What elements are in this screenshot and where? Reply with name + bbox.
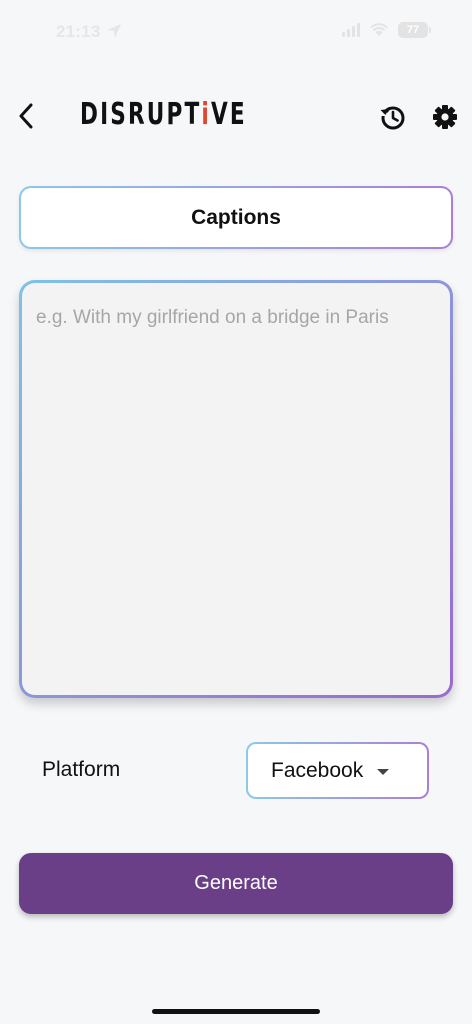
history-button[interactable] <box>378 102 408 132</box>
platform-dropdown[interactable]: Facebook <box>246 742 429 799</box>
battery-icon: 77 <box>398 22 431 38</box>
back-button[interactable] <box>12 100 40 132</box>
home-indicator[interactable] <box>152 1009 320 1014</box>
history-icon <box>380 106 405 130</box>
status-indicators: 77 <box>342 22 431 38</box>
tab-captions[interactable]: Captions <box>19 186 453 249</box>
prompt-box <box>19 280 453 698</box>
tab-captions-label: Captions <box>191 205 281 229</box>
platform-selected-value: Facebook <box>271 758 364 782</box>
status-time: 21:13 <box>56 22 101 41</box>
generate-button[interactable]: Generate <box>19 853 453 914</box>
status-bar: 21:13 77 <box>0 0 472 64</box>
app-screen: 21:13 77 DISRUPTiVE Captions e.g. With m… <box>0 0 472 1024</box>
signal-icon <box>342 23 360 37</box>
wifi-icon <box>370 23 388 36</box>
logo-accent-letter: i <box>201 96 211 132</box>
logo-text: DISRUPTiVE <box>80 97 247 132</box>
brand-logo: DISRUPTiVE <box>80 96 312 132</box>
battery-level: 77 <box>406 24 420 36</box>
location-arrow-icon <box>107 24 121 38</box>
app-header: DISRUPTiVE <box>0 86 472 146</box>
settings-button[interactable] <box>430 102 460 132</box>
logo-text-end: VE <box>210 96 247 132</box>
chevron-left-icon <box>19 103 33 129</box>
platform-label: Platform <box>42 758 121 781</box>
gear-icon <box>433 105 457 129</box>
caret-down-icon <box>377 769 389 775</box>
logo-text-start: DISRUPT <box>80 96 202 132</box>
prompt-input[interactable] <box>22 283 450 695</box>
